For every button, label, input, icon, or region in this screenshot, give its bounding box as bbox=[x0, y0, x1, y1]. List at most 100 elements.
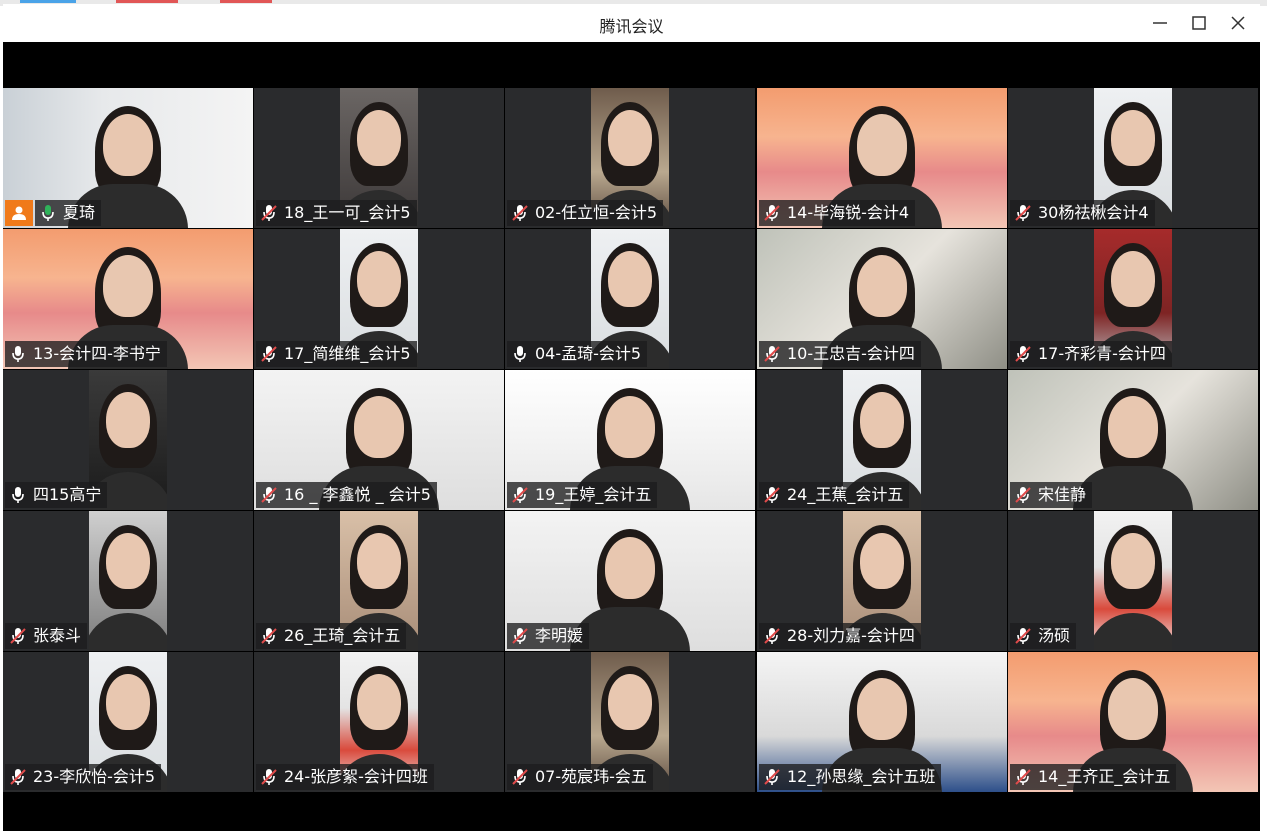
participant-tile[interactable]: 19_王婷_会计五 bbox=[505, 370, 755, 510]
mic-status bbox=[511, 344, 529, 364]
participant-name-tag: 张泰斗 bbox=[5, 623, 88, 649]
mic-status bbox=[260, 626, 278, 646]
participant-tile[interactable]: 04-孟琦-会计5 bbox=[505, 229, 755, 369]
participant-tile[interactable]: 10-王忠吉-会计四 bbox=[757, 229, 1007, 369]
minimize-icon bbox=[1153, 22, 1167, 24]
participant-tile[interactable]: 18_王一可_会计5 bbox=[254, 88, 504, 228]
microphone-muted-icon bbox=[10, 769, 26, 785]
participant-name: 14_王齐正_会计五 bbox=[1038, 767, 1171, 786]
participant-tile[interactable]: 17-齐彩青-会计四 bbox=[1008, 229, 1258, 369]
person-face bbox=[857, 255, 907, 317]
participant-name-tag: 18_王一可_会计5 bbox=[256, 200, 417, 226]
participant-name: 宋佳静 bbox=[1038, 485, 1087, 504]
microphone-muted-icon bbox=[261, 487, 277, 503]
person-face bbox=[608, 110, 652, 166]
participant-name: 12_孙思缘_会计五班 bbox=[787, 767, 936, 786]
participant-name-tag: 13-会计四-李书宁 bbox=[5, 341, 167, 367]
microphone-icon bbox=[514, 346, 526, 362]
participant-tile[interactable]: 24_王蕉_会计五 bbox=[757, 370, 1007, 510]
participant-name: 02-任立恒-会计5 bbox=[535, 203, 658, 222]
mic-status bbox=[260, 344, 278, 364]
mic-status bbox=[260, 203, 278, 223]
person-face bbox=[106, 674, 150, 730]
participant-name: 13-会计四-李书宁 bbox=[33, 344, 161, 363]
person-face bbox=[103, 255, 153, 317]
microphone-muted-icon bbox=[1015, 487, 1031, 503]
participant-tile[interactable]: 宋佳静 bbox=[1008, 370, 1258, 510]
person-face bbox=[1111, 110, 1155, 166]
mic-status bbox=[763, 767, 781, 787]
participant-tile[interactable]: 12_孙思缘_会计五班 bbox=[757, 652, 1007, 792]
participant-name: 17-齐彩青-会计四 bbox=[1038, 344, 1166, 363]
mic-status bbox=[763, 344, 781, 364]
title-bar: 腾讯会议 bbox=[3, 4, 1260, 42]
participant-tile[interactable]: 28-刘力嘉-会计四 bbox=[757, 511, 1007, 651]
microphone-icon bbox=[12, 346, 24, 362]
participant-name-tag: 28-刘力嘉-会计四 bbox=[759, 623, 921, 649]
participant-name-tag: 李明媛 bbox=[507, 623, 590, 649]
window-title: 腾讯会议 bbox=[599, 17, 664, 36]
close-button[interactable] bbox=[1221, 10, 1255, 36]
participant-tile[interactable]: 26_王琦_会计五 bbox=[254, 511, 504, 651]
close-icon bbox=[1231, 16, 1245, 30]
participant-name-tag: 14_王齐正_会计五 bbox=[1010, 764, 1177, 790]
participant-name-tag: 宋佳静 bbox=[1010, 482, 1093, 508]
person-face bbox=[605, 537, 655, 599]
participant-name: 18_王一可_会计5 bbox=[284, 203, 411, 222]
mic-status bbox=[260, 485, 278, 505]
minimize-button[interactable] bbox=[1143, 10, 1177, 36]
participant-name: 23-李欣怡-会计5 bbox=[33, 767, 156, 786]
participant-name: 19_王婷_会计五 bbox=[535, 485, 652, 504]
participant-tile[interactable]: 24-张彦絮-会计四班 bbox=[254, 652, 504, 792]
participant-tile[interactable]: 07-苑宸玮-会五 bbox=[505, 652, 755, 792]
participant-tile[interactable]: 14-毕海锐-会计4 bbox=[757, 88, 1007, 228]
participant-tile[interactable]: 13-会计四-李书宁 bbox=[3, 229, 253, 369]
participant-tile[interactable]: 23-李欣怡-会计5 bbox=[3, 652, 253, 792]
participant-name-tag: 07-苑宸玮-会五 bbox=[507, 764, 653, 790]
participant-tile[interactable]: 16 _ 李鑫悦 _ 会计5 bbox=[254, 370, 504, 510]
participant-name: 26_王琦_会计五 bbox=[284, 626, 401, 645]
participant-tile[interactable]: 30杨祛楸会计4 bbox=[1008, 88, 1258, 228]
participant-name: 夏琦 bbox=[63, 203, 96, 222]
participant-name-tag: 19_王婷_会计五 bbox=[507, 482, 658, 508]
person-face bbox=[357, 674, 401, 730]
participant-tile[interactable]: 14_王齐正_会计五 bbox=[1008, 652, 1258, 792]
participant-name-tag: 02-任立恒-会计5 bbox=[507, 200, 664, 226]
participant-tile[interactable]: 四15高宁 bbox=[3, 370, 253, 510]
participant-name-tag: 12_孙思缘_会计五班 bbox=[759, 764, 942, 790]
participant-name: 30杨祛楸会计4 bbox=[1038, 203, 1149, 222]
microphone-muted-icon bbox=[764, 628, 780, 644]
mic-status bbox=[1014, 485, 1032, 505]
video-grid: 夏琦 18_王一可_会计5 02-任立恒-会计5 14-毕海锐-会计4 30杨祛楸会计4… bbox=[3, 88, 1260, 793]
maximize-button[interactable] bbox=[1182, 10, 1216, 36]
person-face bbox=[1111, 251, 1155, 307]
participant-tile[interactable]: 02-任立恒-会计5 bbox=[505, 88, 755, 228]
microphone-muted-icon bbox=[512, 628, 528, 644]
person-face bbox=[608, 251, 652, 307]
person-face bbox=[1108, 678, 1158, 740]
participant-name-tag: 24-张彦絮-会计四班 bbox=[256, 764, 434, 790]
person-face bbox=[354, 396, 404, 458]
participant-tile[interactable]: 张泰斗 bbox=[3, 511, 253, 651]
mic-status bbox=[511, 626, 529, 646]
microphone-muted-icon bbox=[1015, 205, 1031, 221]
person-body bbox=[89, 613, 167, 651]
person-face bbox=[1108, 396, 1158, 458]
mic-status bbox=[260, 767, 278, 787]
participant-tile[interactable]: 李明媛 bbox=[505, 511, 755, 651]
participant-name: 汤硕 bbox=[1038, 626, 1071, 645]
participant-tile[interactable]: 17_简维维_会计5 bbox=[254, 229, 504, 369]
mic-status bbox=[511, 203, 529, 223]
participant-name: 14-毕海锐-会计4 bbox=[787, 203, 910, 222]
participant-name-tag: 17-齐彩青-会计四 bbox=[1010, 341, 1172, 367]
participant-name: 李明媛 bbox=[535, 626, 584, 645]
participant-tile[interactable]: 汤硕 bbox=[1008, 511, 1258, 651]
host-badge bbox=[5, 200, 33, 226]
microphone-icon bbox=[12, 487, 24, 503]
mic-status bbox=[9, 626, 27, 646]
participant-name: 24_王蕉_会计五 bbox=[787, 485, 904, 504]
participant-tile[interactable]: 夏琦 bbox=[3, 88, 253, 228]
mic-status bbox=[9, 344, 27, 364]
person-face bbox=[857, 114, 907, 176]
participant-name-tag: 04-孟琦-会计5 bbox=[507, 341, 648, 367]
